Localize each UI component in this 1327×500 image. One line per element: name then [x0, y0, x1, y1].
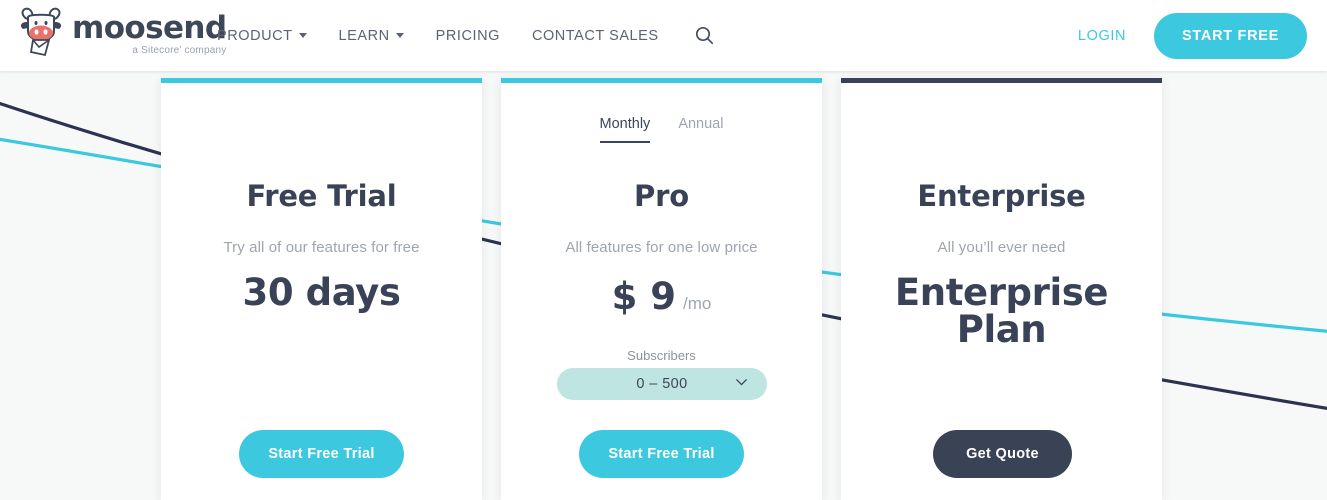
subscribers-label: Subscribers — [627, 348, 696, 363]
plan-title: Free Trial — [246, 179, 397, 213]
get-quote-button[interactable]: Get Quote — [933, 430, 1072, 478]
nav-item-product-label: PRODUCT — [217, 27, 293, 44]
chevron-down-icon — [736, 379, 747, 386]
login-link[interactable]: LOGIN — [1078, 28, 1126, 44]
plan-headline: 30 days — [242, 271, 401, 314]
cow-head-icon — [20, 7, 62, 57]
nav-item-pricing-label: PRICING — [435, 27, 500, 44]
pricing-card-pro: Monthly Annual Pro All features for one … — [501, 78, 822, 500]
pricing-card-enterprise: Enterprise All you’ll ever need Enterpri… — [841, 78, 1162, 500]
plan-subtitle: All you’ll ever need — [937, 239, 1066, 256]
plan-headline: Enterprise Plan — [841, 274, 1162, 348]
price-amount: $ 9 — [611, 275, 677, 318]
logo-tagline: a Sitecore’ company — [132, 45, 227, 56]
pricing-card-free-trial: Free Trial Try all of our features for f… — [161, 78, 482, 500]
plan-headline-line1: Enterprise — [894, 271, 1109, 314]
plan-headline-line2: Plan — [956, 308, 1047, 351]
plan-subtitle: All features for one low price — [565, 239, 758, 256]
nav-item-learn[interactable]: LEARN — [339, 28, 404, 44]
start-free-trial-button[interactable]: Start Free Trial — [579, 430, 744, 478]
subscribers-select[interactable]: 0 – 500 — [557, 368, 767, 400]
billing-period-toggle: Monthly Annual — [501, 116, 822, 143]
search-icon — [695, 26, 713, 45]
card-accent-bar — [501, 78, 822, 83]
card-accent-bar — [161, 78, 482, 83]
plan-title: Enterprise — [917, 179, 1086, 213]
pricing-page: moosend a Sitecore’ company PRODUCT LEAR… — [0, 0, 1327, 500]
search-button[interactable] — [695, 26, 714, 45]
chevron-down-icon — [395, 33, 404, 38]
nav-item-contact-sales[interactable]: CONTACT SALES — [532, 28, 659, 44]
billing-toggle-monthly[interactable]: Monthly — [599, 116, 651, 143]
main-navigation: PRODUCT LEARN PRICING CONTACT SALES — [217, 0, 714, 71]
nav-item-product[interactable]: PRODUCT — [217, 28, 307, 44]
subscribers-selected-value: 0 – 500 — [636, 376, 688, 392]
pricing-cards: Free Trial Try all of our features for f… — [0, 78, 1327, 500]
logo-wordmark: moosend — [72, 10, 227, 46]
nav-item-pricing[interactable]: PRICING — [436, 28, 500, 44]
logo[interactable]: moosend a Sitecore’ company — [18, 6, 227, 64]
start-free-trial-button[interactable]: Start Free Trial — [239, 430, 404, 478]
plan-price: $ 9 /mo — [501, 275, 822, 318]
chevron-down-icon — [298, 33, 307, 38]
nav-item-learn-label: LEARN — [338, 27, 390, 44]
card-accent-bar — [841, 78, 1162, 83]
billing-toggle-annual[interactable]: Annual — [678, 116, 723, 143]
plan-subtitle: Try all of our features for free — [223, 239, 420, 256]
site-header: moosend a Sitecore’ company PRODUCT LEAR… — [0, 0, 1327, 71]
plan-title: Pro — [634, 179, 689, 213]
nav-item-contact-sales-label: CONTACT SALES — [531, 27, 659, 44]
start-free-button[interactable]: START FREE — [1154, 12, 1307, 59]
price-period: /mo — [683, 294, 712, 313]
header-actions: LOGIN START FREE — [1078, 0, 1307, 71]
